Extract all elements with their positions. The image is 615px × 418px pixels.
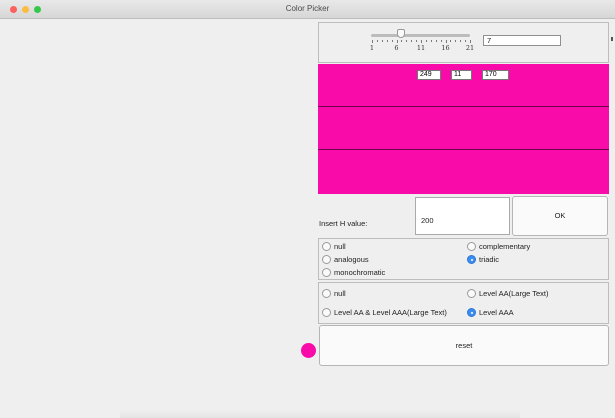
color-swatch-primary: 249 11 170: [318, 64, 609, 107]
slider-tick-label: 1: [369, 44, 375, 52]
radio-circle: [467, 242, 476, 251]
radio-circle: [322, 268, 331, 277]
radio-scheme-triadic[interactable]: triadic: [467, 255, 499, 264]
slider-panel: 1 6 11 16 21 7: [318, 22, 609, 63]
blue-value-field[interactable]: 170: [482, 70, 509, 80]
radio-contrast-aaa[interactable]: Level AAA: [467, 308, 514, 317]
radio-circle: [322, 255, 331, 264]
radio-scheme-analogous[interactable]: analogous: [322, 255, 369, 264]
h-value-input[interactable]: 200: [415, 197, 510, 235]
slider-tick: [391, 40, 393, 42]
contrast-level-group: null Level AA(Large Text) Level AA & Lev…: [318, 282, 609, 324]
slider-tick: [416, 40, 418, 42]
color-picker-window: Color Picker 1 6 11 16 21 7 249 11 170 Inser…: [0, 0, 615, 418]
slider-tick: [450, 40, 452, 42]
radio-label: Level AA & Level AAA(Large Text): [334, 308, 447, 317]
slider-tick: [406, 40, 408, 42]
slider-track[interactable]: [371, 34, 470, 37]
window-edge-mark: [611, 37, 613, 41]
slider-tick: [440, 40, 442, 42]
radio-circle: [467, 289, 476, 298]
slider-tick-label: 6: [394, 44, 399, 52]
slider-tick: [386, 40, 388, 42]
radio-scheme-monochromatic[interactable]: monochromatic: [322, 268, 385, 277]
radio-circle: [322, 242, 331, 251]
slider-tick: [445, 40, 447, 43]
radio-label: Level AA(Large Text): [479, 289, 549, 298]
radio-circle-selected: [467, 308, 476, 317]
slider-tick: [376, 40, 378, 42]
color-swatch-tertiary: [318, 150, 609, 194]
slider-tick: [401, 40, 403, 42]
slider-value-input[interactable]: 7: [483, 35, 561, 46]
radio-circle-selected: [467, 255, 476, 264]
radio-contrast-aa-aaa-large[interactable]: Level AA & Level AAA(Large Text): [322, 308, 447, 317]
radio-label: null: [334, 289, 346, 298]
radio-circle: [322, 308, 331, 317]
color-swatch-secondary: [318, 107, 609, 150]
radio-contrast-aa-large[interactable]: Level AA(Large Text): [467, 289, 549, 298]
radio-contrast-null[interactable]: null: [322, 289, 346, 298]
slider-tick-label: 11: [416, 44, 426, 52]
slider-tick: [470, 40, 471, 43]
reset-button[interactable]: reset: [319, 325, 609, 366]
slider-tick-label: 21: [465, 44, 475, 52]
slider-tick: [381, 40, 383, 42]
slider-tick: [465, 40, 467, 42]
ok-button[interactable]: OK: [512, 196, 608, 236]
radio-label: triadic: [479, 255, 500, 264]
color-scheme-group: null complementary analogous triadic mon…: [318, 238, 609, 280]
slider-tick-label: 16: [441, 44, 450, 52]
radio-label: Level AAA: [479, 308, 514, 317]
slider-tick: [435, 40, 437, 42]
radio-label: complementary: [479, 242, 531, 251]
radio-scheme-complementary[interactable]: complementary: [467, 242, 530, 251]
slider-tick: [396, 40, 398, 43]
green-value-field[interactable]: 11: [451, 70, 472, 80]
radio-label: null: [334, 242, 346, 251]
red-value-field[interactable]: 249: [417, 70, 441, 80]
radio-circle: [322, 289, 331, 298]
slider-tick: [460, 40, 462, 42]
slider-tick: [455, 40, 457, 42]
color-preview-dot: [301, 343, 316, 358]
title-bar: Color Picker: [0, 0, 615, 19]
bottom-shadow: [120, 410, 520, 418]
slider-tick: [425, 40, 427, 42]
radio-scheme-null[interactable]: null: [322, 242, 346, 251]
slider-tick: [372, 40, 373, 43]
slider-tick: [430, 40, 432, 42]
radio-label: monochromatic: [334, 268, 386, 277]
window-title: Color Picker: [285, 4, 330, 13]
slider-tick: [411, 40, 413, 42]
radio-label: analogous: [334, 255, 369, 264]
h-value-label: Insert H value:: [319, 219, 368, 228]
slider-tick: [421, 40, 422, 43]
